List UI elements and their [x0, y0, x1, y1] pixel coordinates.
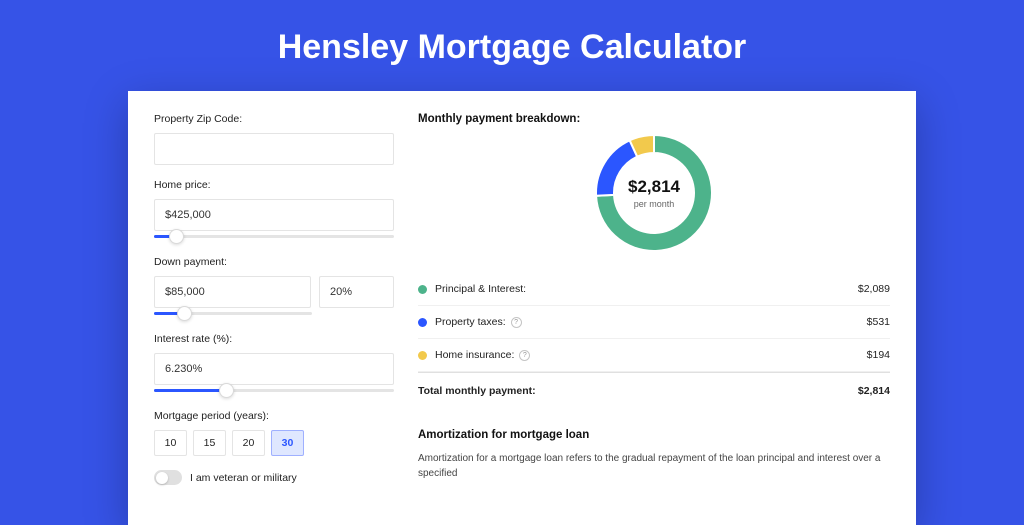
down-payment-slider[interactable] [154, 305, 312, 323]
period-option-15[interactable]: 15 [193, 430, 226, 456]
legend: Principal & Interest:$2,089Property taxe… [418, 273, 890, 407]
total-label: Total monthly payment: [418, 385, 858, 397]
legend-dot [418, 351, 427, 360]
legend-value: $2,089 [858, 283, 890, 295]
home-price-label: Home price: [154, 179, 394, 191]
interest-rate-input[interactable] [154, 353, 394, 385]
down-payment-amount-input[interactable] [154, 276, 311, 308]
zip-input[interactable] [154, 133, 394, 165]
total-value: $2,814 [858, 385, 890, 397]
down-payment-label: Down payment: [154, 256, 394, 268]
legend-value: $531 [867, 316, 890, 328]
interest-rate-field: Interest rate (%): [154, 333, 394, 400]
legend-row-insurance: Home insurance:?$194 [418, 339, 890, 372]
interest-rate-label: Interest rate (%): [154, 333, 394, 345]
veteran-row: I am veteran or military [154, 470, 394, 485]
zip-field: Property Zip Code: [154, 113, 394, 165]
period-option-10[interactable]: 10 [154, 430, 187, 456]
legend-label: Home insurance:? [435, 349, 867, 361]
home-price-input[interactable] [154, 199, 394, 231]
home-price-field: Home price: [154, 179, 394, 246]
page-title: Hensley Mortgage Calculator [0, 0, 1024, 91]
donut-center-value: $2,814 [628, 177, 680, 197]
veteran-label: I am veteran or military [190, 472, 297, 484]
veteran-toggle[interactable] [154, 470, 182, 485]
legend-label: Principal & Interest: [435, 283, 858, 295]
amortization-block: Amortization for mortgage loan Amortizat… [418, 429, 890, 481]
calculator-card: Property Zip Code: Home price: Down paym… [128, 91, 916, 525]
info-icon[interactable]: ? [519, 350, 530, 361]
mortgage-period-label: Mortgage period (years): [154, 410, 394, 422]
donut-chart-area: $2,814 per month [418, 131, 890, 255]
donut-chart: $2,814 per month [592, 131, 716, 255]
donut-center-sub: per month [634, 199, 675, 209]
amortization-title: Amortization for mortgage loan [418, 429, 890, 441]
amortization-text: Amortization for a mortgage loan refers … [418, 451, 890, 481]
mortgage-period-group: 10152030 [154, 430, 394, 456]
legend-dot [418, 285, 427, 294]
down-payment-field: Down payment: [154, 256, 394, 323]
period-option-30[interactable]: 30 [271, 430, 304, 456]
breakdown-panel: Monthly payment breakdown: $2,814 per mo… [418, 113, 890, 485]
interest-rate-slider[interactable] [154, 382, 394, 400]
period-option-20[interactable]: 20 [232, 430, 265, 456]
legend-row-total: Total monthly payment:$2,814 [418, 372, 890, 407]
down-payment-percent-input[interactable] [319, 276, 394, 308]
legend-value: $194 [867, 349, 890, 361]
zip-label: Property Zip Code: [154, 113, 394, 125]
legend-dot [418, 318, 427, 327]
legend-row-taxes: Property taxes:?$531 [418, 306, 890, 339]
input-panel: Property Zip Code: Home price: Down paym… [154, 113, 394, 485]
legend-row-principal: Principal & Interest:$2,089 [418, 273, 890, 306]
legend-label: Property taxes:? [435, 316, 867, 328]
breakdown-title: Monthly payment breakdown: [418, 113, 890, 125]
info-icon[interactable]: ? [511, 317, 522, 328]
home-price-slider[interactable] [154, 228, 394, 246]
